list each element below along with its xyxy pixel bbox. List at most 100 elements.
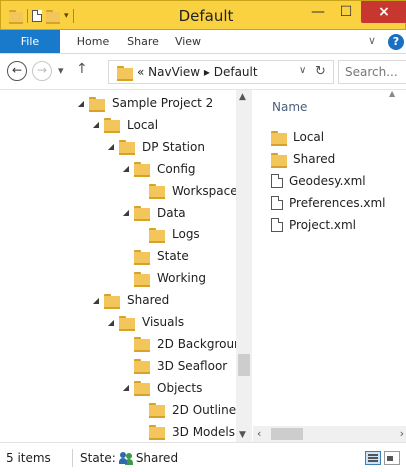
- vertical-scrollbar[interactable]: ▲ ▼: [236, 90, 252, 442]
- tree-item[interactable]: ◢ DP Station: [106, 136, 205, 158]
- tree-item-label: Config: [157, 161, 196, 176]
- scrollbar-thumb[interactable]: [271, 428, 303, 440]
- list-item-label: Geodesy.xml: [289, 174, 366, 188]
- state-label: State:: [80, 451, 116, 465]
- tab-share[interactable]: Share: [122, 30, 164, 53]
- expand-ribbon-icon[interactable]: ∨: [368, 34, 376, 47]
- folder-icon: [271, 130, 287, 146]
- tree-item-label: DP Station: [142, 139, 205, 154]
- expand-arrow-icon[interactable]: ◢: [76, 99, 86, 108]
- expand-arrow-icon[interactable]: ◢: [121, 164, 131, 173]
- tree-item-label: Objects: [157, 380, 203, 395]
- scrollbar-thumb[interactable]: [238, 354, 250, 376]
- tree-item[interactable]: ◢2D Outlines: [136, 399, 242, 421]
- tree-item[interactable]: ◢Logs: [136, 223, 200, 245]
- recent-locations-icon[interactable]: ▾: [58, 64, 64, 77]
- tab-file[interactable]: File: [0, 30, 60, 53]
- tree-item[interactable]: ◢Workspaces: [136, 180, 244, 202]
- tree-item-label: Visuals: [142, 315, 185, 329]
- close-button[interactable]: ×: [361, 1, 406, 23]
- list-item[interactable]: Preferences.xml: [271, 193, 386, 213]
- folder-icon: [271, 152, 287, 168]
- file-icon: [271, 174, 283, 188]
- tree-item[interactable]: ◢ Visuals: [106, 311, 184, 333]
- customize-toolbar-icon[interactable]: ▾: [64, 11, 69, 21]
- forward-button[interactable]: →: [32, 61, 52, 81]
- tree-item-label: Data: [157, 205, 186, 220]
- list-item[interactable]: Shared: [271, 149, 335, 169]
- scroll-up-icon[interactable]: ▲: [239, 92, 246, 102]
- search-input[interactable]: Search...: [338, 60, 406, 84]
- tree-item[interactable]: ◢2D Background: [121, 333, 249, 355]
- status-bar: 5 items State: Shared: [0, 442, 406, 472]
- sort-indicator-icon: ▲: [389, 89, 396, 98]
- help-icon[interactable]: ?: [388, 34, 404, 50]
- list-item-label: Local: [293, 130, 325, 144]
- folder-icon: [119, 140, 135, 156]
- scroll-down-icon[interactable]: ▼: [239, 430, 246, 440]
- folder-icon: [104, 293, 120, 309]
- list-item[interactable]: Local: [271, 127, 324, 147]
- address-bar[interactable]: « NavView ▸ Default ∨ ↻: [108, 60, 334, 84]
- window-title: Default: [178, 7, 234, 25]
- tab-home[interactable]: Home: [70, 30, 116, 53]
- scroll-right-icon[interactable]: ›: [400, 427, 404, 440]
- list-item-label: Shared: [293, 152, 336, 166]
- folder-icon: [149, 184, 165, 200]
- tree-item[interactable]: ◢3D Models: [136, 421, 235, 443]
- folder-icon: [134, 206, 150, 221]
- folder-icon[interactable]: [9, 10, 23, 24]
- column-header-name[interactable]: Name: [272, 100, 307, 114]
- status-separator: [72, 449, 73, 467]
- details-view-button[interactable]: [365, 451, 381, 465]
- folder-icon: [117, 66, 133, 81]
- list-item-label: Project.xml: [289, 218, 356, 232]
- tree-item-label: 2D Outlines: [172, 402, 243, 417]
- tree-item[interactable]: ◢ Sample Project 2: [76, 92, 213, 114]
- expand-arrow-icon[interactable]: ◢: [121, 208, 131, 217]
- tree-item[interactable]: ◢Working: [121, 267, 206, 289]
- new-folder-icon[interactable]: [46, 10, 60, 24]
- tab-view[interactable]: View: [170, 30, 206, 53]
- breadcrumb[interactable]: « NavView ▸ Default: [137, 65, 258, 79]
- horizontal-scrollbar[interactable]: ‹ ›: [253, 426, 406, 442]
- file-list: ▲ Name Local Shared Geodesy.xml Preferences…: [253, 89, 406, 426]
- list-item-label: Preferences.xml: [289, 196, 386, 210]
- list-item[interactable]: Geodesy.xml: [271, 171, 366, 191]
- expand-arrow-icon[interactable]: ◢: [91, 296, 101, 305]
- tree-item-label: Sample Project 2: [112, 96, 214, 110]
- folder-icon: [134, 359, 150, 375]
- tree-item[interactable]: ◢ Local: [91, 114, 158, 136]
- expand-arrow-icon[interactable]: ◢: [121, 383, 131, 392]
- address-dropdown-icon[interactable]: ∨: [299, 65, 306, 76]
- back-button[interactable]: ←: [7, 61, 27, 81]
- list-item[interactable]: Project.xml: [271, 215, 356, 235]
- ribbon-tabs: File Home Share View ∨ ?: [0, 30, 406, 54]
- expand-arrow-icon[interactable]: ◢: [106, 142, 116, 151]
- expand-arrow-icon[interactable]: ◢: [106, 318, 116, 327]
- folder-icon: [134, 337, 150, 353]
- item-count: 5 items: [6, 451, 51, 465]
- properties-icon[interactable]: [32, 10, 42, 22]
- minimize-button[interactable]: —: [305, 1, 331, 23]
- folder-icon: [134, 381, 150, 397]
- expand-arrow-icon[interactable]: ◢: [91, 120, 101, 129]
- tree-item[interactable]: ◢State: [121, 245, 189, 267]
- toolbar-separator: [27, 9, 28, 23]
- folder-icon: [119, 315, 135, 331]
- tree-item[interactable]: ◢3D Seafloor: [121, 355, 227, 377]
- scroll-left-icon[interactable]: ‹: [257, 427, 261, 440]
- folder-icon: [149, 227, 165, 243]
- large-icons-view-button[interactable]: [384, 451, 400, 465]
- tree-item[interactable]: ◢ Shared: [91, 289, 169, 311]
- tree-item[interactable]: ◢ Config: [121, 158, 196, 180]
- state-value: Shared: [135, 451, 179, 465]
- maximize-button[interactable]: ☐: [333, 1, 359, 23]
- tree-item[interactable]: ◢ Objects: [121, 377, 202, 399]
- refresh-icon[interactable]: ↻: [315, 64, 326, 79]
- tree-item-label: Workspaces: [172, 183, 244, 198]
- tree-item[interactable]: ◢ Data: [121, 202, 186, 224]
- up-button[interactable]: ↑: [76, 61, 88, 77]
- folder-icon: [134, 162, 150, 178]
- file-icon: [271, 196, 283, 210]
